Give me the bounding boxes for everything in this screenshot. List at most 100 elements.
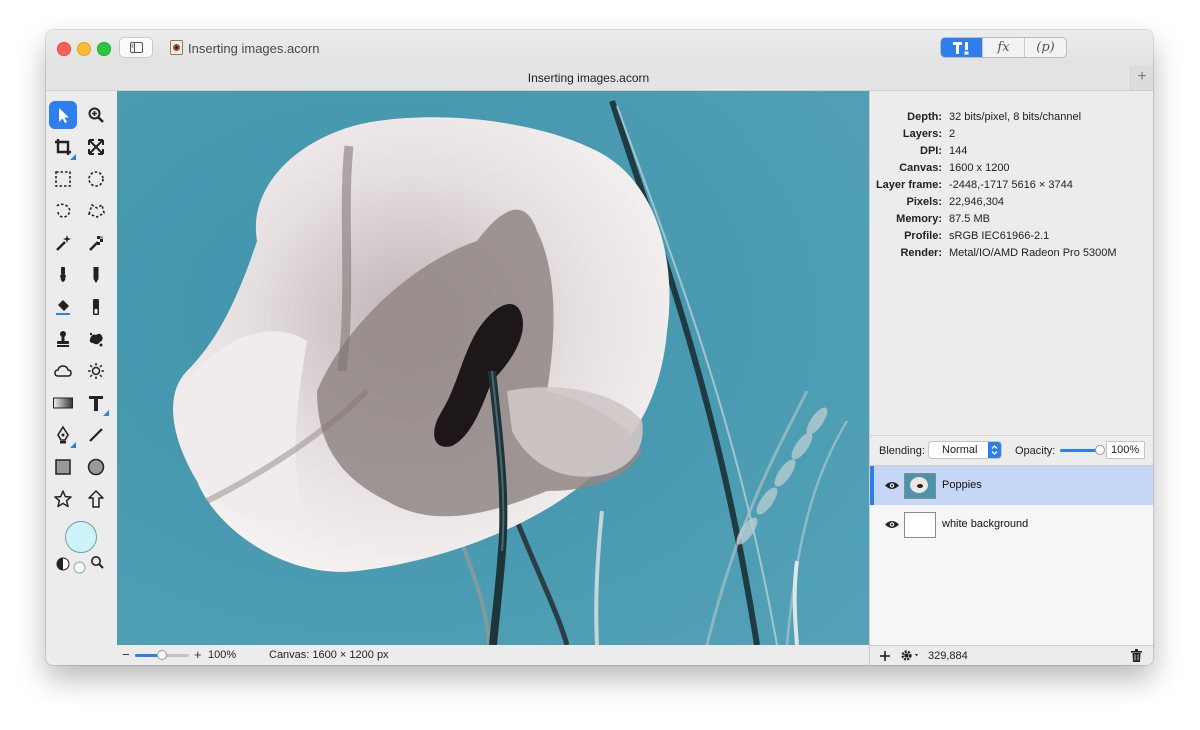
text-tool[interactable]	[82, 389, 110, 417]
lasso-tool[interactable]	[49, 197, 77, 225]
properties-segment[interactable]: (p)	[1025, 38, 1066, 57]
inspector-panel: Depth: 32 bits/pixel, 8 bits/channel Layer…	[869, 91, 1153, 665]
info-value: 87.5 MB	[949, 213, 990, 225]
info-value: 32 bits/pixel, 8 bits/channel	[949, 111, 1082, 123]
layer-pixel-count: 329,884	[928, 650, 968, 662]
smudge-tool[interactable]	[82, 325, 110, 353]
rectangle-shape-tool[interactable]	[49, 453, 77, 481]
tools-segment[interactable]	[941, 38, 982, 57]
opacity-slider[interactable]	[1060, 445, 1105, 455]
gear-icon[interactable]	[900, 649, 922, 662]
close-window-button[interactable]	[57, 42, 71, 56]
default-colors-icon[interactable]	[56, 557, 70, 571]
eraser-icon	[93, 299, 99, 315]
color-picker-icon[interactable]	[90, 555, 104, 569]
submenu-indicator	[70, 154, 76, 160]
rectangle-shape-icon	[55, 459, 71, 475]
document-icon	[170, 40, 183, 55]
info-label: Depth:	[907, 111, 942, 123]
zoom-out-button[interactable]: −	[122, 647, 130, 662]
zoom-slider[interactable]	[135, 650, 189, 660]
fill-color-well[interactable]	[65, 521, 97, 553]
zoom-slider-knob[interactable]	[157, 650, 167, 660]
app-window: Inserting images.acorn fx (p) Inserting …	[46, 30, 1153, 665]
lasso-icon	[56, 203, 71, 218]
blur-tool[interactable]	[49, 357, 77, 385]
zoom-tool[interactable]	[82, 101, 110, 129]
tools-icon	[952, 41, 968, 54]
info-label: Profile:	[904, 230, 942, 242]
polygon-lasso-tool[interactable]	[82, 197, 110, 225]
blending-mode-select[interactable]: Normal	[928, 441, 1002, 459]
oval-shape-tool[interactable]	[82, 453, 110, 481]
clone-stamp-tool[interactable]	[49, 325, 77, 353]
info-row: DPI: 144	[870, 145, 1153, 162]
arrow-select-icon	[59, 108, 69, 123]
info-value: -2448,-1717 5616 × 3744	[949, 179, 1073, 191]
info-row: Layer frame: -2448,-1717 5616 × 3744	[870, 179, 1153, 196]
eraser-tool[interactable]	[82, 293, 110, 321]
new-tab-button[interactable]: +	[1130, 66, 1153, 90]
title-bar: Inserting images.acorn fx (p)	[46, 30, 1153, 67]
effects-segment[interactable]: fx	[982, 38, 1025, 57]
opacity-slider-knob[interactable]	[1095, 445, 1105, 455]
magic-wand-tool[interactable]	[49, 229, 77, 257]
trash-icon[interactable]	[1131, 649, 1142, 662]
crop-tool[interactable]	[49, 133, 77, 161]
star-shape-tool[interactable]	[49, 485, 77, 513]
info-value: Metal/IO/AMD Radeon Pro 5300M	[949, 247, 1117, 259]
minimize-window-button[interactable]	[77, 42, 91, 56]
layer-row-poppies[interactable]: Poppies	[870, 466, 1153, 505]
gradient-icon	[53, 397, 73, 409]
cloud-icon	[54, 365, 72, 377]
ellipse-marquee-tool[interactable]	[82, 165, 110, 193]
dodge-burn-tool[interactable]	[82, 357, 110, 385]
opacity-value: 100%	[1111, 444, 1140, 456]
rect-marquee-icon	[55, 171, 71, 187]
opacity-field[interactable]: 100%	[1106, 441, 1145, 459]
select-stepper-icon	[988, 442, 1001, 458]
line-tool[interactable]	[82, 421, 110, 449]
window-title: Inserting images.acorn	[188, 41, 320, 56]
eye-icon[interactable]	[884, 519, 900, 530]
paint-bucket-tool[interactable]	[49, 293, 77, 321]
poppy-photo	[117, 91, 869, 645]
image-canvas[interactable]	[117, 91, 869, 645]
rect-marquee-tool[interactable]	[49, 165, 77, 193]
info-row: Canvas: 1600 x 1200	[870, 162, 1153, 179]
blending-mode-value: Normal	[942, 444, 978, 456]
info-label: Canvas:	[899, 162, 942, 174]
zoom-icon	[88, 107, 104, 123]
layer-thumbnail-white-background	[904, 512, 936, 538]
zoom-in-button[interactable]: +	[194, 647, 202, 662]
magic-wand-icon	[56, 235, 71, 251]
zoom-level: 100%	[208, 649, 237, 661]
inspector-mode-segmented-control[interactable]: fx (p)	[940, 37, 1067, 58]
pencil-tool[interactable]	[82, 261, 110, 289]
brush-tool[interactable]	[49, 261, 77, 289]
add-layer-icon[interactable]	[879, 650, 891, 662]
info-value: 144	[949, 145, 968, 157]
layer-name: white background	[942, 518, 1029, 530]
layer-row-white-background[interactable]: white background	[870, 505, 1153, 544]
info-row: Layers: 2	[870, 128, 1153, 145]
document-tab-bar: Inserting images.acorn +	[46, 66, 1153, 91]
layer-thumbnail-poppies	[904, 473, 936, 499]
toggle-sidebar-button[interactable]	[119, 37, 153, 58]
gradient-tool[interactable]	[49, 389, 77, 417]
stroke-color-well[interactable]	[73, 561, 86, 574]
instant-alpha-tool[interactable]	[82, 229, 110, 257]
paint-bucket-icon	[56, 300, 70, 315]
document-tab[interactable]: Inserting images.acorn	[46, 71, 1131, 85]
zoom-window-button[interactable]	[97, 42, 111, 56]
info-value: sRGB IEC61966-2.1	[949, 230, 1050, 242]
info-row: Render: Metal/IO/AMD Radeon Pro 5300M	[870, 247, 1153, 264]
brush-icon	[60, 267, 66, 282]
transform-tool[interactable]	[82, 133, 110, 161]
instant-alpha-icon	[89, 236, 103, 251]
arrow-shape-tool[interactable]	[82, 485, 110, 513]
info-row: Pixels: 22,946,304	[870, 196, 1153, 213]
eye-icon[interactable]	[884, 480, 900, 491]
arrow-select-tool[interactable]	[49, 101, 77, 129]
pen-tool[interactable]	[49, 421, 77, 449]
